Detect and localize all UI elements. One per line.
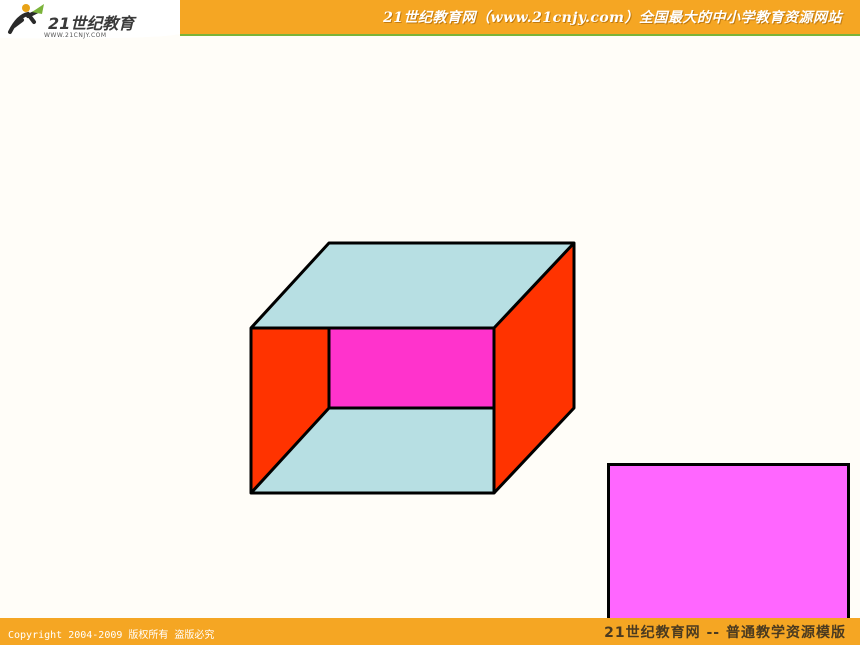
copyright-text: Copyright 2004-2009 版权所有 盗版必究	[8, 630, 215, 641]
separate-face-rectangle	[607, 463, 850, 627]
back-face	[329, 328, 494, 408]
footer-bar: Copyright 2004-2009 版权所有 盗版必究 21世纪教育网 --…	[0, 618, 860, 645]
footer-brand: 21世纪教育网 -- 普通教学资源模版	[604, 625, 846, 641]
